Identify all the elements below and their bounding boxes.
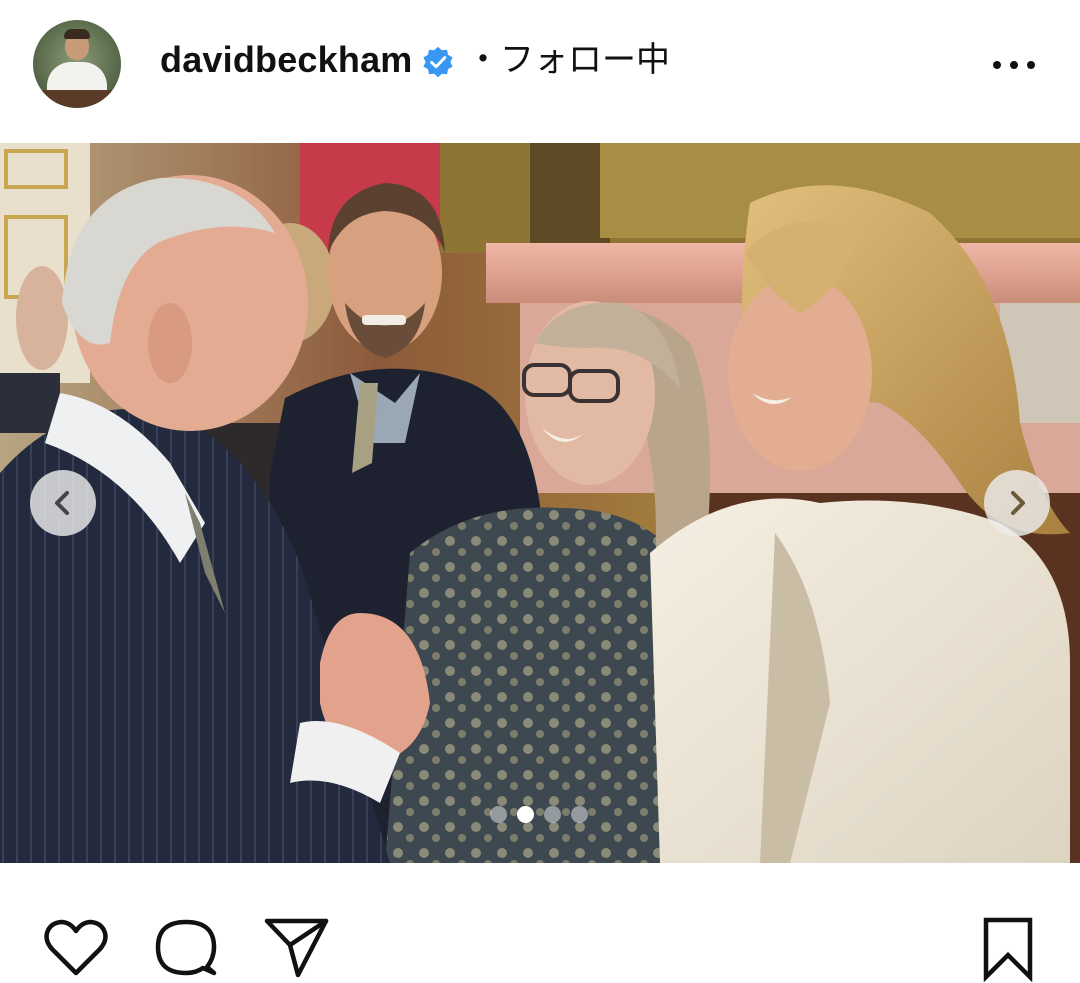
bookmark-icon[interactable] [972, 915, 1040, 983]
more-options-icon[interactable] [990, 55, 1038, 75]
carousel-dot-active [517, 805, 534, 823]
next-slide-button[interactable] [984, 470, 1050, 536]
avatar-hair [64, 29, 90, 39]
carousel-indicator [490, 805, 588, 823]
post-photo[interactable] [0, 143, 1080, 863]
photo-illustration [0, 143, 1080, 863]
comment-bubble-icon[interactable] [152, 915, 220, 983]
carousel-dot [571, 805, 588, 823]
heart-icon[interactable] [42, 915, 110, 983]
carousel-dot [490, 805, 507, 823]
follow-label: フォロー中 [500, 41, 670, 79]
carousel-dot [544, 805, 561, 823]
chevron-left-icon [55, 491, 69, 515]
previous-slide-button[interactable] [30, 470, 96, 536]
avatar-table [33, 90, 121, 108]
verified-badge-icon [423, 46, 453, 78]
chevron-right-icon [1011, 491, 1025, 515]
username[interactable]: davidbeckham [160, 38, 413, 82]
action-bar [0, 863, 1080, 983]
follow-separator: ・ [466, 41, 500, 79]
follow-status[interactable]: ・フォロー中 [466, 38, 670, 82]
paper-plane-icon[interactable] [262, 915, 330, 983]
avatar[interactable] [33, 20, 121, 108]
post-header: davidbeckham ・フォロー中 [0, 0, 1080, 130]
